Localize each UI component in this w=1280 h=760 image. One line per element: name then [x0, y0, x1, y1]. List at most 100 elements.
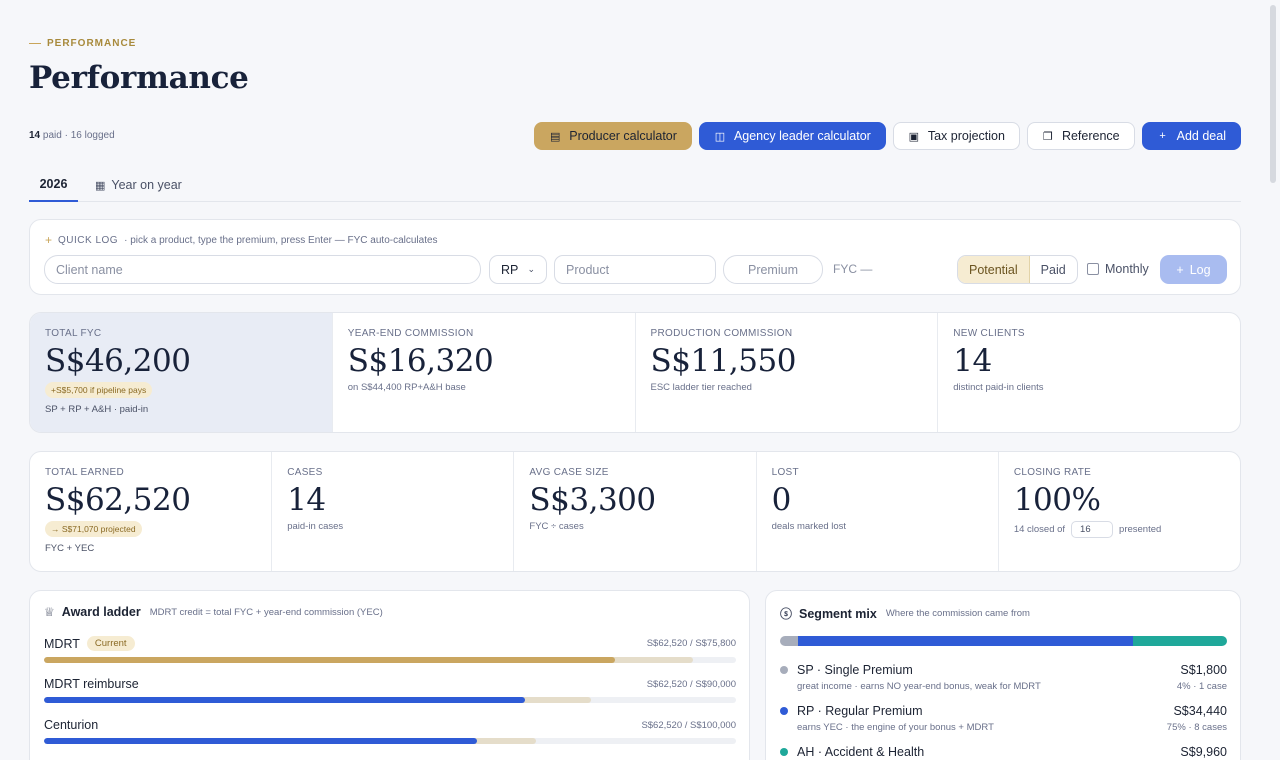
eyebrow-dash: [29, 42, 41, 45]
stat-value: S$46,200: [45, 343, 191, 379]
tab-2026[interactable]: 2026: [29, 168, 78, 202]
page-scrollbar[interactable]: [1270, 5, 1276, 183]
stat-label: TOTAL FYC: [45, 328, 102, 339]
producer-calculator-button[interactable]: ▤ Producer calculator: [534, 122, 692, 150]
award-ladder-header: ♕ Award ladder MDRT credit = total FYC +…: [44, 605, 383, 619]
ladder-name: MDRT reimburse: [44, 677, 139, 691]
ladder-row-top: MDRT reimburse S$62,520 / S$90,000: [44, 677, 736, 691]
stat-subtext: FYC + YEC: [45, 543, 95, 555]
segment-amount: S$34,440: [1173, 704, 1227, 718]
stat-value: S$3,300: [529, 482, 656, 518]
projected-pill: → S$71,070 projected: [45, 521, 142, 538]
segment-dot: [780, 707, 788, 715]
award-ladder-subtitle: MDRT credit = total FYC + year-end commi…: [149, 606, 383, 618]
tax-projection-button[interactable]: ▣ Tax projection: [892, 122, 1020, 150]
quick-log-label: QUICK LOG: [58, 234, 119, 246]
segment-name: RP · Regular Premium: [780, 704, 923, 718]
segment-row: SP · Single Premium S$1,800 great income…: [780, 663, 1227, 692]
ladder-progress-track: [44, 697, 736, 703]
stat-value: S$16,320: [347, 343, 494, 379]
earnings-stats: TOTAL EARNED S$62,520 → S$71,070 project…: [29, 451, 1241, 572]
segment-mix-subtitle: Where the commission came from: [885, 608, 1030, 619]
add-deal-button[interactable]: + Add deal: [1141, 122, 1241, 150]
stat-total-fyc: TOTAL FYC S$46,200 +S$5,700 if pipeline …: [30, 313, 333, 432]
year-tabs: 2026 ▦ Year on year: [29, 168, 1241, 202]
ladder-row-top: Centurion S$62,520 / S$100,000: [44, 718, 736, 732]
trophy-icon: ♕: [44, 605, 55, 619]
closed-of-presented: 14 closed of 16 presented: [1014, 521, 1240, 539]
segment-mix-title: Segment mix: [799, 606, 877, 621]
stat-label: NEW CLIENTS: [953, 328, 1025, 339]
book-icon: ❐: [1043, 130, 1053, 143]
reference-button[interactable]: ❐ Reference: [1026, 122, 1135, 150]
premium-input[interactable]: Premium: [723, 255, 823, 284]
toggle-potential[interactable]: Potential: [958, 256, 1030, 283]
segment-mix-header: ⓢ Segment mix Where the commission came …: [780, 605, 1030, 622]
segment-name-label: RP · Regular Premium: [797, 704, 923, 718]
commission-stats: TOTAL FYC S$46,200 +S$5,700 if pipeline …: [29, 312, 1241, 433]
presented-input[interactable]: 16: [1071, 521, 1114, 539]
toggle-paid[interactable]: Paid: [1030, 256, 1077, 283]
stat-avg-case-size: AVG CASE SIZE S$3,300 FYC ÷ cases: [514, 452, 757, 571]
stat-label: PRODUCTION COMMISSION: [650, 328, 793, 339]
stat-value: 14: [953, 343, 992, 379]
eyebrow-label: PERFORMANCE: [47, 38, 137, 49]
segment-row-top: AH · Accident & Health S$9,960: [780, 745, 1227, 759]
segment-description: earns YEC · the engine of your bonus + M…: [797, 722, 994, 733]
page-title: Performance: [29, 60, 249, 96]
ladder-row-top: MDRT Current S$62,520 / S$75,800: [44, 636, 736, 651]
premium-type-value: RP: [501, 262, 519, 277]
section-eyebrow: PERFORMANCE: [29, 38, 136, 49]
stat-value: 14: [287, 482, 326, 518]
ladder-name-label: MDRT reimburse: [44, 677, 139, 691]
plus-icon: +: [1176, 262, 1184, 277]
ladder-progress-track: [44, 738, 736, 744]
segment-row-top: SP · Single Premium S$1,800: [780, 663, 1227, 677]
quick-log-card: + QUICK LOG · pick a product, type the p…: [29, 219, 1241, 295]
plus-icon: +: [45, 233, 53, 247]
segment-row-top: RP · Regular Premium S$34,440: [780, 704, 1227, 718]
ladder-name-label: Centurion: [44, 718, 99, 732]
segment-dot: [780, 748, 788, 756]
segment-meta: 4% · 1 case: [1176, 681, 1227, 692]
award-ladder-card: ♕ Award ladder MDRT credit = total FYC +…: [29, 590, 750, 760]
stat-label: CLOSING RATE: [1013, 467, 1092, 478]
ladder-amount: S$62,520 / S$75,800: [646, 638, 736, 649]
segment-mix-bar: [780, 636, 1227, 646]
segment-name: SP · Single Premium: [780, 663, 913, 677]
stat-cases: CASES 14 paid-in cases: [272, 452, 515, 571]
stat-new-clients: NEW CLIENTS 14 distinct paid-in clients: [938, 313, 1240, 432]
stat-total-earned: TOTAL EARNED S$62,520 → S$71,070 project…: [30, 452, 273, 571]
log-button[interactable]: + Log: [1160, 255, 1227, 284]
plus-icon: +: [1159, 130, 1166, 142]
premium-type-select[interactable]: RP ⌄: [489, 255, 547, 284]
segment-dot: [780, 666, 788, 674]
stat-label: AVG CASE SIZE: [529, 467, 609, 478]
ladder-amount: S$62,520 / S$100,000: [641, 719, 736, 731]
stat-label: TOTAL EARNED: [45, 467, 124, 478]
stat-production-commission: PRODUCTION COMMISSION S$11,550 ESC ladde…: [636, 313, 939, 432]
ladder-progress-fill: [44, 738, 477, 744]
tab-year-on-year-label: Year on year: [111, 178, 182, 192]
action-buttons: ▤ Producer calculator ◫ Agency leader ca…: [534, 122, 1241, 150]
client-name-input[interactable]: Client name: [44, 255, 481, 284]
stat-subtext: paid-in cases: [287, 521, 344, 533]
stat-subtext: ESC ladder tier reached: [650, 382, 752, 394]
monthly-label: Monthly: [1105, 262, 1149, 276]
ladder-name: MDRT Current: [44, 636, 135, 651]
segment-row: RP · Regular Premium S$34,440 earns YEC …: [780, 704, 1227, 733]
quick-log-header: + QUICK LOG · pick a product, type the p…: [45, 233, 438, 247]
agency-leader-calculator-button[interactable]: ◫ Agency leader calculator: [698, 122, 886, 150]
fyc-preview: FYC —: [833, 262, 873, 276]
stat-closing-rate: CLOSING RATE 100% 14 closed of 16 presen…: [999, 452, 1240, 571]
stat-value: 100%: [1013, 482, 1101, 518]
ladder-progress-track: [44, 657, 736, 663]
checkbox-box[interactable]: [1087, 263, 1099, 275]
tab-year-on-year[interactable]: ▦ Year on year: [95, 168, 182, 202]
award-ladder-title: Award ladder: [61, 605, 141, 619]
stat-subtext: SP + RP + A&H · paid-in: [45, 404, 149, 416]
producer-calculator-label: Producer calculator: [569, 129, 677, 143]
quick-log-hint: · pick a product, type the premium, pres…: [124, 234, 438, 246]
product-input[interactable]: Product: [554, 255, 716, 284]
monthly-checkbox[interactable]: Monthly: [1087, 262, 1149, 276]
